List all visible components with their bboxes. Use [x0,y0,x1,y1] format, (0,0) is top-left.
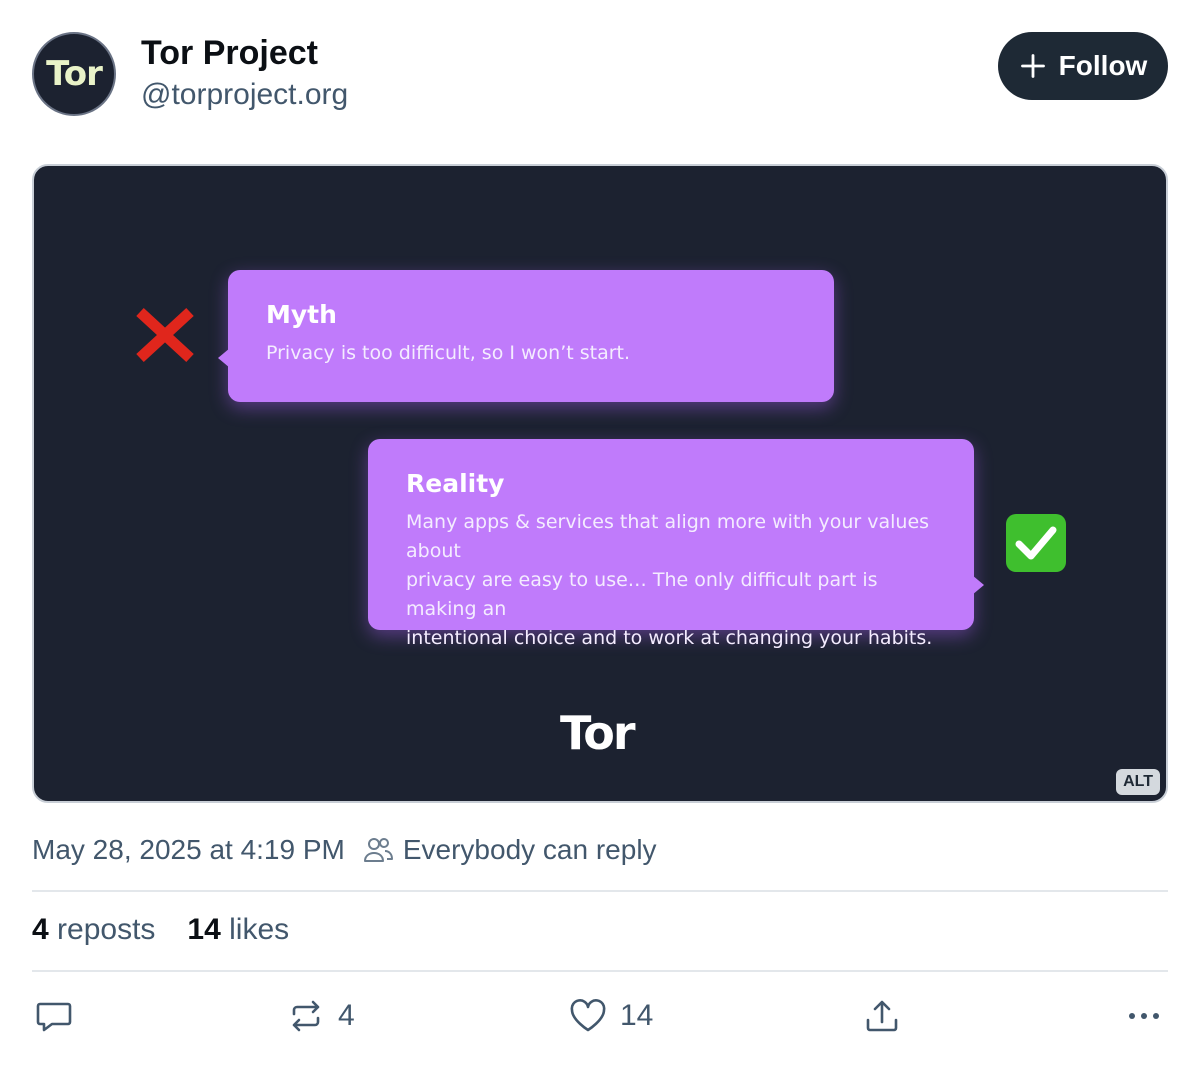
divider [32,890,1168,892]
post-meta: May 28, 2025 at 4:19 PM Everybody can re… [32,834,657,866]
share-icon [866,1000,898,1032]
likes-stat[interactable]: 14 likes [187,913,289,947]
reposts-label: reposts [57,913,156,946]
reply-button[interactable] [34,996,74,1036]
reposts-count: 4 [32,913,49,946]
avatar[interactable]: Tor [32,32,116,116]
people-icon [363,838,393,862]
alt-badge[interactable]: ALT [1116,769,1160,795]
plus-icon [1020,54,1045,78]
bubble-tail [218,348,230,368]
like-button[interactable]: 14 [568,996,653,1036]
myth-bubble: Myth Privacy is too difficult, so I won’… [218,270,834,402]
author-name[interactable]: Tor Project [141,34,318,73]
red-cross-icon [136,307,194,363]
follow-button-label: Follow [1058,50,1148,81]
share-button[interactable] [862,996,902,1036]
reality-text: Many apps & services that align more wit… [406,508,936,653]
bubble-tail [972,575,984,595]
reply-setting: Everybody can reply [363,834,657,866]
like-count: 14 [620,999,654,1032]
myth-text: Privacy is too difficult, so I won’t sta… [266,342,631,364]
reality-bubble: Reality Many apps & services that align … [368,439,984,649]
post-header: Tor Tor Project @torproject.org Follow [32,32,1168,116]
reality-text-line: privacy are easy to use… The only diffic… [406,569,878,620]
repost-button[interactable]: 4 [286,996,355,1036]
myth-title: Myth [266,300,337,329]
engagement-counts: 4 reposts 14 likes [32,913,289,947]
post-timestamp[interactable]: May 28, 2025 at 4:19 PM [32,834,345,866]
action-bar: 4 14 [32,996,1168,1046]
ellipsis-icon [1129,1013,1159,1019]
reality-text-line: intentional choice and to work at changi… [406,627,933,649]
tor-logo: Tor [560,706,636,760]
author-handle[interactable]: @torproject.org [141,78,348,112]
comment-icon [36,1002,72,1032]
post-image[interactable]: Myth Privacy is too difficult, so I won’… [32,164,1168,803]
repost-count: 4 [338,999,355,1032]
repost-icon [292,1000,320,1032]
more-options-button[interactable] [1124,996,1164,1036]
heart-icon [570,999,606,1032]
reply-setting-label: Everybody can reply [402,834,657,865]
reposts-stat[interactable]: 4 reposts [32,913,155,947]
follow-button[interactable]: Follow [998,32,1168,100]
green-check-icon [1006,514,1066,572]
reality-text-line: Many apps & services that align more wit… [406,511,930,562]
likes-count: 14 [187,913,221,946]
divider [32,970,1168,972]
likes-label: likes [229,913,290,946]
reality-title: Reality [406,469,505,498]
avatar-logo-text: Tor [46,54,103,94]
